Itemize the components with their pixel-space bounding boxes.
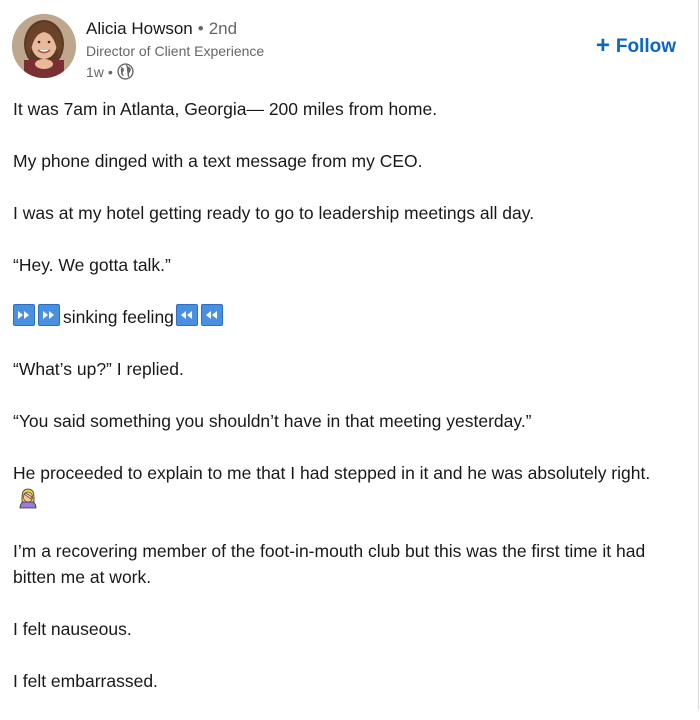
post-paragraph: I felt embarrassed. [13, 671, 158, 691]
fast-forward-icon [38, 304, 60, 326]
post-meta: 1w • [86, 63, 134, 80]
emoji-caption: sinking feeling [63, 307, 174, 327]
author-headline: Director of Client Experience [86, 43, 265, 59]
post-paragraph: I’m a recovering member of the foot-in-m… [13, 541, 646, 587]
fast-forward-icon [13, 304, 35, 326]
paragraph-text: He proceeded to explain to me that I had… [13, 463, 651, 483]
post-paragraph: I was at my hotel getting ready to go to… [13, 203, 535, 223]
post-paragraph: “Hey. We gotta talk.” [13, 255, 171, 275]
connection-degree: 2nd [208, 19, 238, 38]
post-paragraph: “What’s up?” I replied. [13, 359, 184, 379]
post-paragraph-with-emoji: He proceeded to explain to me that I had… [13, 460, 673, 512]
follow-button[interactable]: + Follow [595, 32, 676, 59]
author-line: Alicia Howson • 2nd [86, 18, 237, 40]
rewind-icon [200, 304, 223, 326]
separator-dot: • [197, 19, 204, 38]
post-paragraph: I felt nauseous. [13, 619, 132, 639]
facepalm-icon [17, 487, 39, 509]
plus-icon: + [595, 32, 610, 59]
post-paragraph: My phone dinged with a text message from… [13, 151, 423, 171]
post-paragraph: “You said something you shouldn’t have i… [13, 411, 532, 431]
rewind-icon [175, 304, 198, 326]
post-time: 1w [86, 63, 104, 80]
globe-icon [117, 63, 134, 80]
post-paragraph-emoji: sinking feeling [13, 304, 673, 330]
avatar[interactable] [12, 14, 76, 78]
separator-dot: • [107, 63, 113, 80]
post-card: Alicia Howson • 2nd Director of Client Exp… [0, 0, 699, 710]
avatar-photo [12, 14, 76, 78]
follow-label: Follow [615, 36, 676, 57]
author-name[interactable]: Alicia Howson [86, 19, 193, 38]
post-body: It was 7am in Atlanta, Georgia— 200 mile… [13, 96, 673, 720]
post-paragraph: It was 7am in Atlanta, Georgia— 200 mile… [13, 99, 438, 119]
